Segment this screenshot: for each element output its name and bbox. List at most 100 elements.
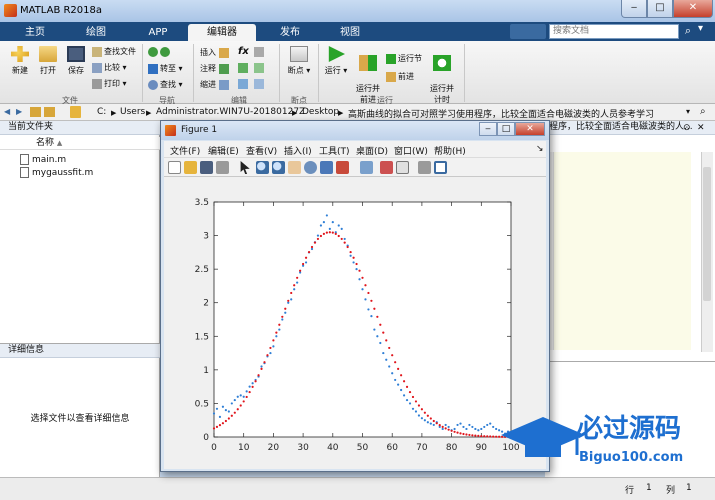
data-cursor-icon[interactable] <box>320 161 333 174</box>
fit-point <box>444 427 447 430</box>
menu-edit[interactable]: 编辑(E) <box>208 144 239 157</box>
watermark-logo: 必过源码 Biguo100.com <box>501 414 683 465</box>
search-documentation-input[interactable]: 搜索文档 <box>549 24 679 39</box>
wrap-comments-button[interactable] <box>254 63 266 73</box>
data-point <box>474 427 477 431</box>
edit-extra-button[interactable] <box>254 47 266 57</box>
menu-view[interactable]: 查看(V) <box>246 144 277 157</box>
breadcrumb-users[interactable]: Users <box>120 107 145 117</box>
figure-maximize-button[interactable]: □ <box>497 122 515 136</box>
back-icon[interactable]: ◀ <box>4 107 10 116</box>
browse-folder-icon[interactable] <box>44 107 55 117</box>
insert-function-button[interactable]: fx <box>238 46 249 57</box>
fit-point <box>269 346 272 350</box>
minimize-button[interactable]: ‒ <box>621 0 647 18</box>
uncomment-button[interactable] <box>238 63 250 73</box>
advance-button[interactable]: 前进 <box>386 71 414 82</box>
insert-legend-icon[interactable] <box>396 161 409 174</box>
comment-button[interactable]: 注释 <box>200 63 231 74</box>
file-item[interactable]: main.m <box>20 154 66 165</box>
floppy-disk-icon <box>67 46 85 62</box>
maximize-button[interactable]: □ <box>647 0 673 18</box>
goto-button[interactable]: 转至 ▾ <box>148 63 183 74</box>
breadcrumb-desktop[interactable]: Desktop <box>302 107 339 117</box>
print-label: 打印 <box>104 79 120 88</box>
pan-hand-icon[interactable] <box>288 161 301 174</box>
address-search-icon[interactable]: ⌕ <box>700 106 706 117</box>
editor-text-area[interactable] <box>553 152 691 350</box>
pointer-icon[interactable] <box>240 161 250 174</box>
new-figure-icon[interactable] <box>168 161 181 174</box>
fit-point <box>224 419 227 423</box>
breadcrumb-separator: ▶ <box>338 109 344 117</box>
search-icon[interactable]: ⌕ <box>681 23 695 39</box>
print-button[interactable]: 打印 ▾ <box>92 78 127 89</box>
menu-file[interactable]: 文件(F) <box>170 144 200 157</box>
fit-point <box>405 385 409 388</box>
tab-view[interactable]: 视图 <box>322 24 378 41</box>
close-button[interactable]: ✕ <box>673 0 713 18</box>
insert-colorbar-icon[interactable] <box>380 161 393 174</box>
menu-dock-icon[interactable]: ↘ <box>536 144 544 154</box>
tab-publish[interactable]: 发布 <box>262 24 318 41</box>
menu-help[interactable]: 帮助(H) <box>434 144 466 157</box>
tab-editor[interactable]: 编辑器 <box>188 24 256 41</box>
gaussian-fit-plot[interactable]: 0 10 20 30 40 50 60 70 80 90 10000.511.522.533.5 <box>164 177 546 469</box>
menu-desktop[interactable]: 桌面(D) <box>356 144 388 157</box>
editor-scroll-thumb[interactable] <box>703 167 711 301</box>
open-button[interactable]: 打开 <box>34 46 62 76</box>
editor-close-icon[interactable]: ✕ <box>697 123 705 133</box>
figure-close-button[interactable]: ✕ <box>515 122 545 136</box>
find-button[interactable]: 查找 ▾ <box>148 79 183 90</box>
editor-action-icon[interactable]: ⊙ <box>683 123 691 133</box>
menu-window[interactable]: 窗口(W) <box>394 144 428 157</box>
insert-button[interactable]: 插入 <box>200 47 231 58</box>
tab-plots[interactable]: 绘图 <box>68 24 124 41</box>
indent-button[interactable]: 缩进 <box>200 79 231 90</box>
zoom-out-icon[interactable] <box>272 161 285 174</box>
fit-point <box>450 429 453 432</box>
breakpoints-button[interactable]: 断点 ▾ <box>284 46 314 76</box>
hide-plot-tools-icon[interactable] <box>418 161 431 174</box>
menu-tools[interactable]: 工具(T) <box>319 144 350 157</box>
rotate-3d-icon[interactable] <box>304 161 317 174</box>
file-item[interactable]: mygaussfit.m <box>20 167 93 178</box>
new-button[interactable]: 新建 <box>6 46 34 76</box>
zoom-in-icon[interactable] <box>256 161 269 174</box>
tab-home[interactable]: 主页 <box>10 24 60 41</box>
fit-point <box>373 307 376 310</box>
figure-canvas[interactable]: 0 10 20 30 40 50 60 70 80 90 100 0 0.5 1 1.5 2 2.5 3 3.5 <box>164 177 546 469</box>
smart-indent-button[interactable] <box>238 79 250 89</box>
save-button[interactable]: 保存 <box>62 46 90 76</box>
decrease-indent-button[interactable] <box>254 79 266 89</box>
address-dropdown-icon[interactable]: ▾ <box>686 107 690 116</box>
breadcrumb-project-folder[interactable]: 高斯曲线的拟合可对照学习使用程序，比较全面适合电磁波类的人员参考学习 <box>348 107 688 120</box>
save-figure-icon[interactable] <box>200 161 213 174</box>
figure-window[interactable]: Figure 1 ‒ □ ✕ 文件(F) 编辑(E) 查看(V) 插入(I) 工… <box>160 120 550 472</box>
link-plot-icon[interactable] <box>360 161 373 174</box>
breadcrumb-admin[interactable]: Administrator.WIN7U-20180127Z <box>156 107 305 117</box>
back-forward-buttons[interactable] <box>148 47 172 57</box>
find-files-button[interactable]: 查找文件 <box>92 46 136 57</box>
collapse-ribbon-icon[interactable]: ▾ <box>698 23 712 39</box>
forward-icon[interactable]: ▶ <box>16 107 22 116</box>
figure-minimize-button[interactable]: ‒ <box>479 122 497 136</box>
up-folder-icon[interactable] <box>30 107 41 117</box>
show-plot-tools-icon[interactable] <box>434 161 447 174</box>
quick-access-toolbar[interactable] <box>510 24 546 39</box>
x-tick-label: 40 <box>327 443 339 453</box>
column-header-name[interactable]: 名称 ▲ <box>0 137 160 150</box>
menu-insert[interactable]: 插入(I) <box>284 144 312 157</box>
data-point <box>290 298 293 301</box>
run-section-button[interactable]: 运行节 <box>386 53 422 64</box>
fit-point <box>465 433 468 436</box>
brush-icon[interactable] <box>336 161 349 174</box>
x-tick-label: 10 <box>238 443 250 453</box>
open-file-icon[interactable] <box>184 161 197 174</box>
print-figure-icon[interactable] <box>216 161 229 174</box>
breadcrumb-drive[interactable]: C: <box>97 107 106 117</box>
run-button[interactable]: 运行 ▾ <box>322 46 350 76</box>
run-and-time-button[interactable]: 运行并 计时 <box>426 46 458 105</box>
tab-apps[interactable]: APP <box>130 24 186 41</box>
compare-button[interactable]: 比较 ▾ <box>92 62 127 73</box>
